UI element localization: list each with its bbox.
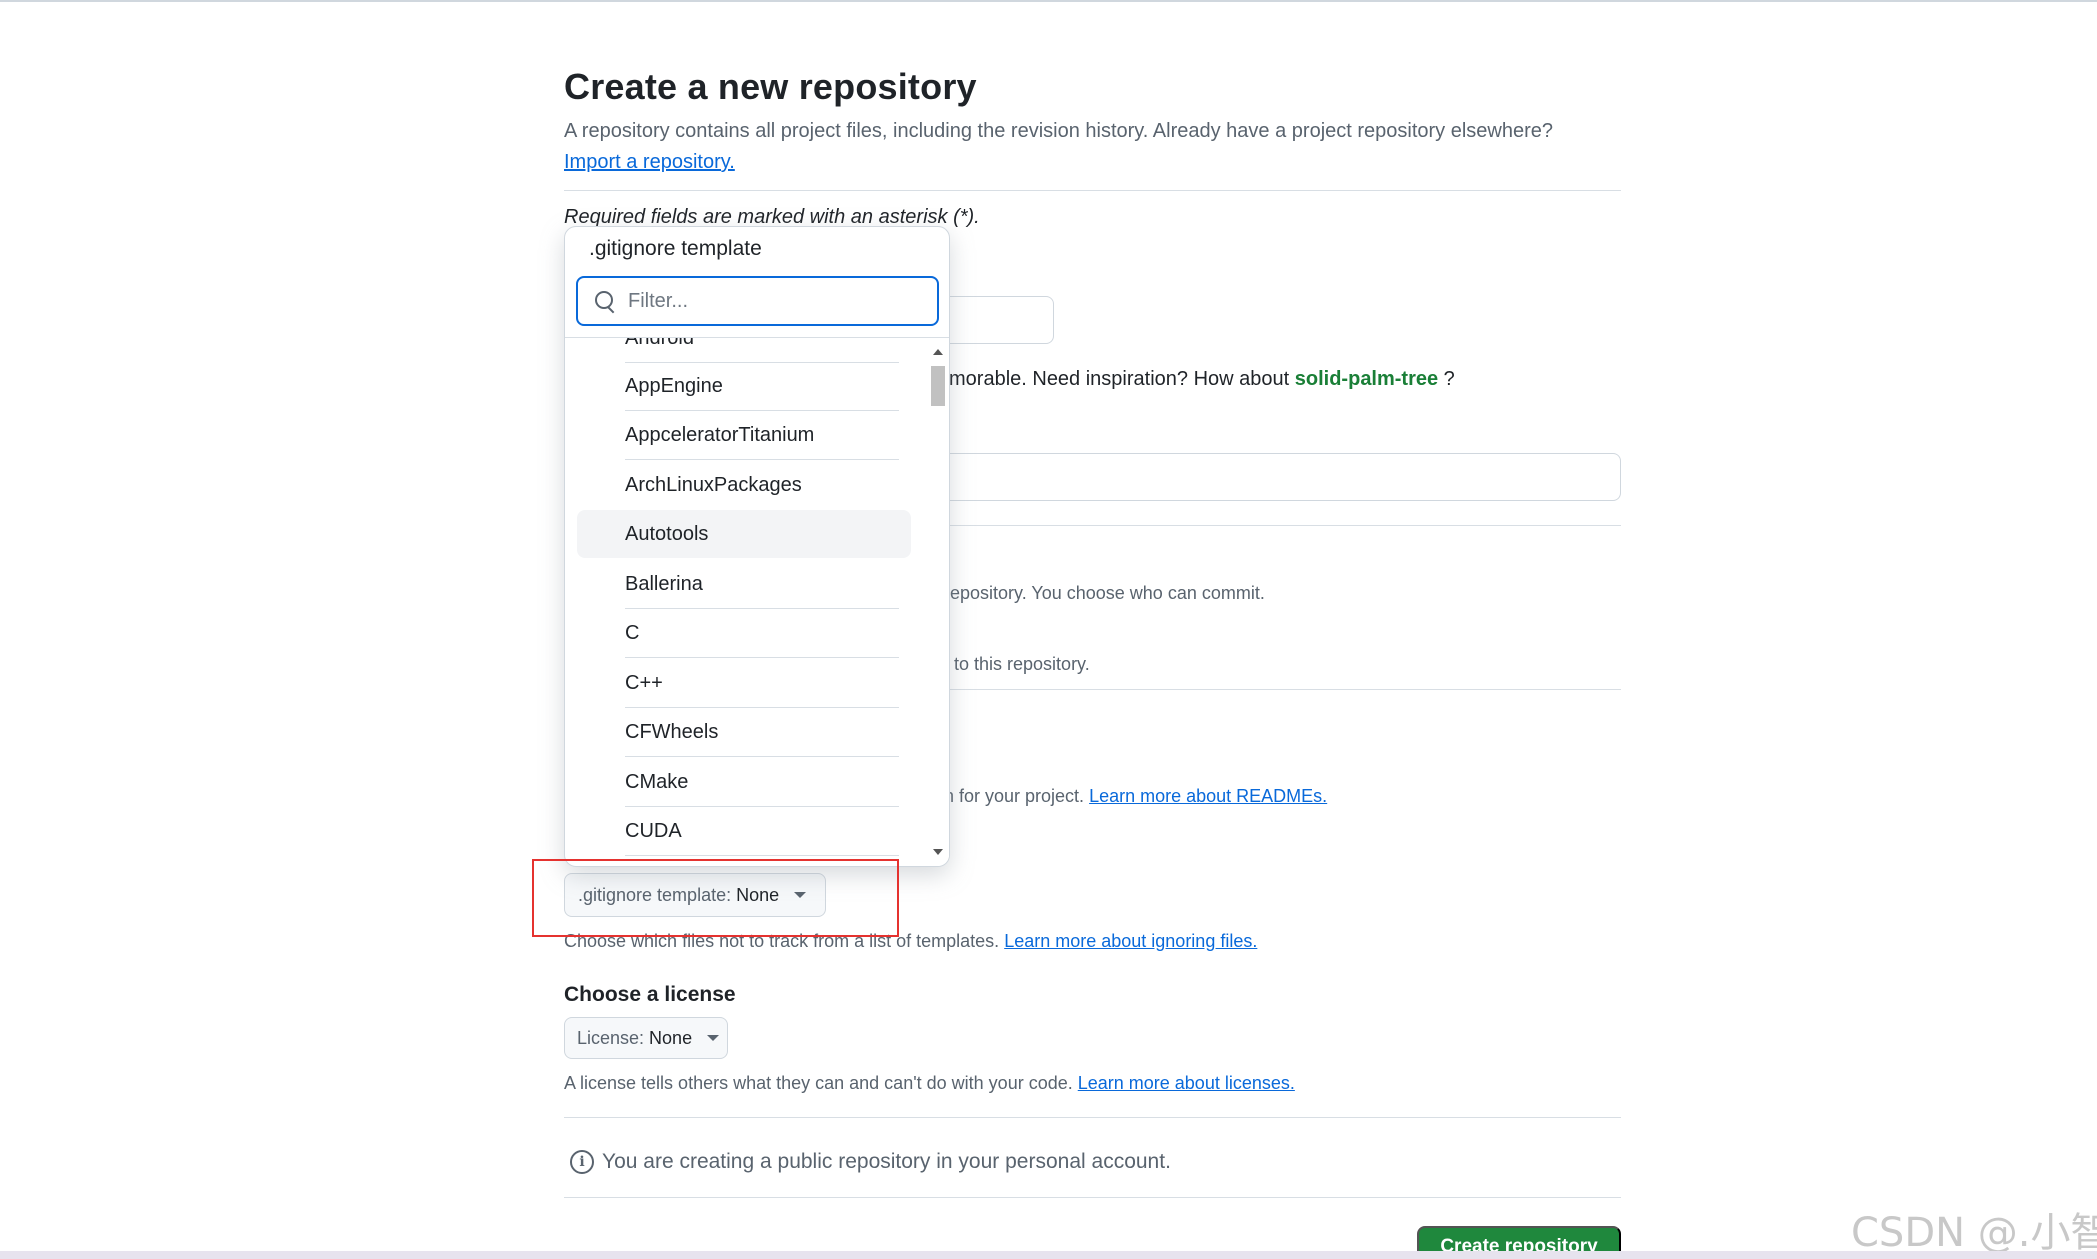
scroll-down-icon[interactable] — [933, 849, 943, 855]
list-item[interactable]: ArchLinuxPackages — [577, 461, 911, 509]
bottom-strip — [0, 1251, 2097, 1259]
highlight-annotation-box — [532, 859, 899, 937]
license-help-label: A license tells others what they can and… — [564, 1073, 1078, 1093]
template-list: Android AppEngine AppceleratorTitanium A… — [565, 338, 925, 866]
dropdown-title: .gitignore template — [589, 237, 762, 260]
name-hint-suffix: ? — [1438, 368, 1455, 390]
list-item[interactable]: C — [577, 609, 911, 658]
import-repository-link[interactable]: Import a repository. — [564, 151, 735, 174]
license-button-label: License: — [577, 1027, 645, 1048]
list-item[interactable]: CFWheels — [577, 708, 911, 757]
repository-name-hint: morable. Need inspiration? How about sol… — [949, 368, 1455, 391]
divider — [564, 1197, 1621, 1198]
list-item[interactable]: Ballerina — [577, 560, 911, 609]
readme-description: n for your project. Learn more about REA… — [944, 786, 1327, 807]
filter-input[interactable] — [628, 289, 918, 313]
dropdown-scrollbar[interactable] — [925, 338, 949, 866]
repository-name-input[interactable] — [944, 296, 1054, 344]
watermark: CSDN @.小智 — [1851, 1210, 2097, 1256]
name-suggestion[interactable]: solid-palm-tree — [1295, 368, 1438, 390]
license-button-value: None — [649, 1027, 693, 1048]
list-item[interactable]: CMake — [577, 758, 911, 807]
list-item[interactable]: Android — [577, 338, 911, 363]
scroll-up-icon[interactable] — [933, 349, 943, 355]
private-visibility-description: t to this repository. — [944, 654, 1090, 674]
license-help-text: A license tells others what they can and… — [564, 1073, 1295, 1094]
list-item[interactable]: AppceleratorTitanium — [577, 411, 911, 460]
license-learn-more-link[interactable]: Learn more about licenses. — [1078, 1073, 1295, 1093]
divider — [564, 1117, 1621, 1118]
license-heading: Choose a license — [564, 983, 736, 1006]
page-title: Create a new repository — [564, 66, 977, 107]
info-icon: i — [570, 1150, 594, 1174]
list-item[interactable]: C++ — [577, 659, 911, 708]
divider — [564, 190, 1621, 191]
public-repo-notice: i You are creating a public repository i… — [570, 1150, 1171, 1174]
gitignore-template-dropdown: .gitignore template Android AppEngine Ap… — [564, 226, 950, 867]
gitignore-learn-more-link[interactable]: Learn more about ignoring files. — [1004, 931, 1257, 951]
list-item[interactable]: AppEngine — [577, 362, 911, 411]
readme-text: n for your project. — [944, 786, 1090, 806]
description-input[interactable] — [944, 453, 1621, 501]
list-item[interactable]: CUDA — [577, 807, 911, 856]
caret-down-icon — [707, 1035, 720, 1041]
scroll-thumb[interactable] — [931, 366, 945, 406]
list-item-hovered[interactable]: Autotools — [577, 510, 911, 558]
filter-field[interactable] — [576, 276, 939, 326]
name-hint-text: morable. Need inspiration? How about — [949, 368, 1295, 390]
public-visibility-description: repository. You choose who can commit. — [944, 583, 1265, 603]
public-note-text: You are creating a public repository in … — [602, 1150, 1171, 1173]
readme-learn-more-link[interactable]: Learn more about READMEs. — [1089, 786, 1327, 806]
page-subtitle: A repository contains all project files,… — [564, 120, 1554, 142]
search-icon — [594, 290, 616, 312]
license-button[interactable]: License: None — [564, 1017, 728, 1059]
